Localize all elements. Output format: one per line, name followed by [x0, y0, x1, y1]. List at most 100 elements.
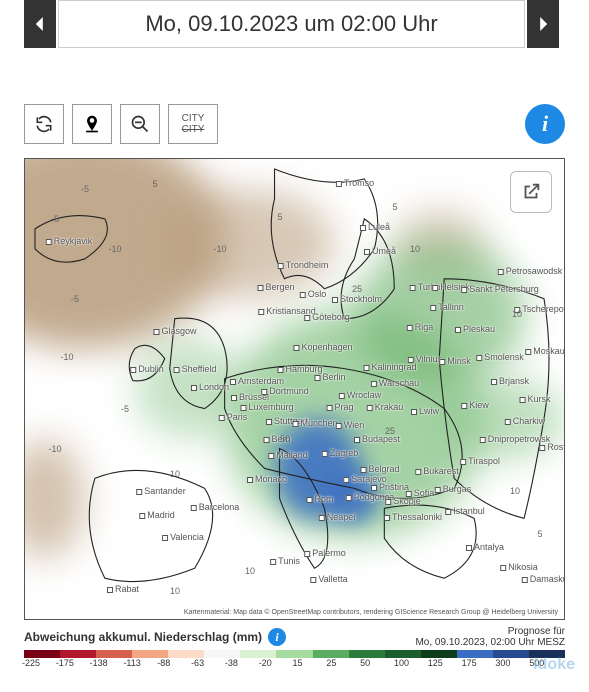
contour-value: 10 — [410, 244, 420, 254]
city-label: Krakau — [367, 402, 404, 412]
city-off-label: CITY — [182, 124, 205, 135]
city-label: Neapel — [319, 512, 356, 522]
city-label: Amsterdam — [230, 376, 284, 386]
city-label: Valletta — [310, 574, 347, 584]
contour-value: 50 — [280, 434, 290, 444]
color-scale-bar — [24, 650, 565, 658]
city-label: Trondheim — [278, 260, 329, 270]
city-label: Antalya — [466, 542, 504, 552]
contour-value: -10 — [48, 444, 61, 454]
city-label: Luleå — [360, 222, 390, 232]
city-label: Thessaloniki — [384, 512, 442, 522]
city-label: Tunis — [270, 556, 300, 566]
contour-value: 10 — [170, 469, 180, 479]
legend-info-button[interactable]: i — [268, 628, 286, 646]
city-label: Brjansk — [491, 376, 529, 386]
city-label: Glasgow — [153, 326, 196, 336]
contour-value: 5 — [277, 212, 282, 222]
contour-value: 5 — [537, 529, 542, 539]
city-label: Kursk — [519, 394, 550, 404]
city-label: Riga — [407, 322, 434, 332]
prev-date-button[interactable] — [24, 0, 56, 48]
city-label: Sofia — [406, 488, 435, 498]
city-on-label: CITY — [182, 113, 205, 124]
legend-title: Abweichung akkumul. Niederschlag (mm) — [24, 630, 262, 644]
city-label: Mailand — [268, 450, 308, 460]
contour-value: -5 — [121, 404, 129, 414]
city-label: Sankt Petersburg — [461, 284, 539, 294]
contour-value: -5 — [71, 294, 79, 304]
city-label: Reykjavik — [46, 236, 93, 246]
map-container[interactable]: TromsoLuleåReykjavikUmeåTrondheimPetrosa… — [24, 158, 565, 620]
city-label: Tromso — [336, 178, 374, 188]
city-label: Smolensk — [476, 352, 524, 362]
contour-value: 10 — [510, 486, 520, 496]
next-date-button[interactable] — [527, 0, 559, 48]
forecast-label: Prognose für — [415, 626, 565, 637]
contour-value: 10 — [512, 309, 522, 319]
share-button[interactable] — [510, 171, 552, 213]
info-button[interactable]: i — [525, 104, 565, 144]
city-label: Minsk — [439, 356, 471, 366]
contour-value: -5 — [81, 184, 89, 194]
map-attribution: Kartenmaterial: Map data © OpenStreetMap… — [182, 608, 560, 617]
city-label: Prag — [326, 402, 353, 412]
city-label: Sarajevo — [343, 474, 387, 484]
city-toggle-button[interactable]: CITY CITY — [168, 104, 218, 144]
city-label: Pleskau — [455, 324, 495, 334]
city-label: Madrid — [139, 510, 175, 520]
city-label: Santander — [136, 486, 186, 496]
contour-value: -5 — [51, 214, 59, 224]
city-label: Berlin — [314, 372, 345, 382]
city-label: Damaskus — [522, 574, 565, 584]
city-label: Tiraspol — [460, 456, 500, 466]
city-label: Bukarest — [415, 466, 459, 476]
date-label: Mo, 09.10.2023 um 02:00 Uhr — [58, 0, 525, 48]
contour-value: 25 — [385, 426, 395, 436]
city-label: Warschau — [371, 378, 419, 388]
city-label: Rom — [306, 494, 333, 504]
city-label: Dortmund — [261, 386, 309, 396]
city-label: Sheffield — [174, 364, 217, 374]
city-label: Luxemburg — [240, 402, 293, 412]
city-label: Göteborg — [304, 312, 350, 322]
forecast-time: Mo, 09.10.2023, 02:00 Uhr MESZ — [415, 637, 565, 648]
city-label: Moskau — [525, 346, 565, 356]
city-label: Bergen — [257, 282, 294, 292]
contour-value: 5 — [152, 179, 157, 189]
location-button[interactable] — [72, 104, 112, 144]
city-label: Istanbul — [445, 506, 485, 516]
city-label: Burgas — [435, 484, 472, 494]
city-label: Valencia — [162, 532, 204, 542]
zoom-out-button[interactable] — [120, 104, 160, 144]
contour-value: 25 — [352, 284, 362, 294]
contour-value: 5 — [392, 202, 397, 212]
refresh-button[interactable] — [24, 104, 64, 144]
city-label: Palermo — [304, 548, 346, 558]
city-label: Barcelona — [191, 502, 240, 512]
city-label: London — [191, 382, 229, 392]
city-label: Wroclaw — [339, 390, 381, 400]
city-label: Paris — [219, 412, 248, 422]
city-label: Stockholm — [332, 294, 382, 304]
city-label: Rabat — [107, 584, 139, 594]
city-label: Zagreb — [322, 448, 359, 458]
contour-value: 10 — [245, 566, 255, 576]
city-label: Kopenhagen — [293, 342, 352, 352]
city-label: Monaco — [247, 474, 287, 484]
city-label: Nikosia — [500, 562, 538, 572]
city-label: Lwiw — [411, 406, 439, 416]
city-label: Rosto — [539, 442, 565, 452]
city-label: Belgrad — [360, 464, 399, 474]
city-label: Kiew — [461, 400, 489, 410]
color-scale-labels: -225-175-138-113-88-63-38-20152550100125… — [24, 658, 565, 668]
contour-value: -10 — [60, 352, 73, 362]
city-label: Oslo — [300, 289, 327, 299]
contour-value: 10 — [170, 586, 180, 596]
contour-value: -10 — [108, 244, 121, 254]
city-label: Dublin — [130, 364, 164, 374]
city-label: Charkiw — [505, 416, 546, 426]
city-label: Petrosawodsk — [498, 266, 563, 276]
city-label: Kaliningrad — [363, 362, 416, 372]
city-label: München — [292, 418, 337, 428]
